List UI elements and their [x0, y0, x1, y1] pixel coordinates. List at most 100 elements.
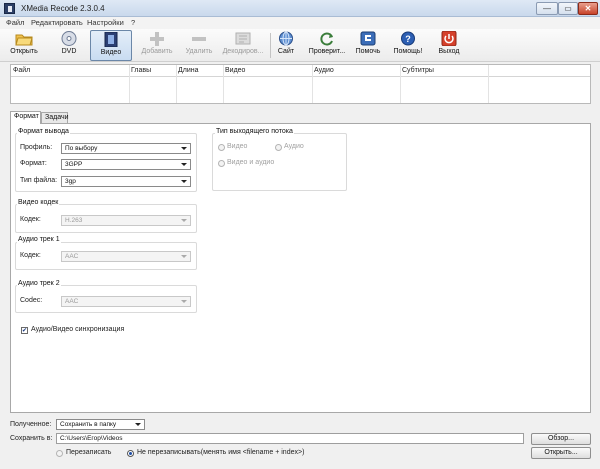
chevron-down-icon [181, 180, 187, 183]
file-list-table[interactable]: Файл Главы Длина Видео Аудио Субтитры [10, 64, 591, 104]
format-select[interactable]: 3GPP [61, 159, 191, 170]
dvd-label: DVD [61, 48, 77, 55]
globe-icon [277, 31, 295, 46]
video-audio-stream-label: Видео и аудио [227, 159, 275, 166]
video-button[interactable]: Видео [90, 30, 132, 61]
browse-button[interactable]: Обзор... [531, 433, 591, 445]
video-codec-title: Видео кодек [17, 199, 60, 206]
video-codec-select[interactable]: H.263 [61, 215, 191, 226]
filetype-label: Тип файла: [20, 177, 58, 184]
dvd-button[interactable]: DVD [54, 30, 84, 61]
column-header-length[interactable]: Длина [178, 67, 199, 74]
open-button[interactable]: Открыть [6, 30, 42, 61]
exit-label: Выход [438, 48, 460, 55]
overwrite-radio[interactable] [56, 450, 63, 457]
column-header-subtitles[interactable]: Субтитры [402, 67, 434, 74]
column-header-audio[interactable]: Аудио [314, 67, 334, 74]
check-updates-label: Проверит... [308, 48, 346, 55]
column-divider [129, 65, 130, 103]
file-table-header: Файл Главы Длина Видео Аудио Субтитры [11, 65, 590, 77]
output-format-title: Формат вывода [17, 128, 70, 135]
toolbar-separator [270, 33, 271, 58]
column-divider [176, 65, 177, 103]
stream-type-title: Тип выходящего потока [215, 128, 294, 135]
av-sync-checkbox[interactable]: ✔ [21, 327, 28, 334]
open-folder-icon [15, 31, 33, 46]
menu-bar: Файл Редактировать Настройки ? [0, 17, 600, 29]
audio-stream-label: Аудио [284, 143, 304, 150]
video-label: Видео [100, 49, 122, 56]
menu-file[interactable]: Файл [6, 18, 24, 27]
tab-jobs[interactable]: Задачи [41, 112, 69, 123]
svg-text:?: ? [405, 34, 411, 44]
title-bar[interactable]: XMedia Recode 2.3.0.4 — ▭ ✕ [0, 0, 600, 17]
donate-icon [359, 31, 377, 46]
video-codec-label: Кодек: [20, 216, 41, 223]
received-value: Сохранить в папку [60, 421, 117, 428]
help-icon: ? [399, 31, 417, 46]
audio-stream-radio[interactable] [275, 144, 282, 151]
column-divider [223, 65, 224, 103]
video-stream-label: Видео [227, 143, 248, 150]
audio-track2-codec-value: AAC [65, 298, 79, 305]
add-label: Добавить [141, 48, 173, 55]
chevron-down-icon [181, 300, 187, 303]
column-divider [488, 65, 489, 103]
decode-button[interactable]: Декодиров... [219, 30, 267, 61]
filetype-value: 3gp [65, 178, 76, 185]
window-title: XMedia Recode 2.3.0.4 [21, 4, 105, 13]
av-sync-label: Аудио/Видео синхронизация [31, 326, 125, 333]
chevron-down-icon [181, 219, 187, 222]
profile-value: По выбору [65, 145, 98, 152]
chevron-down-icon [181, 147, 187, 150]
filetype-select[interactable]: 3gp [61, 176, 191, 187]
audio-track1-codec-value: AAC [65, 253, 79, 260]
site-button[interactable]: Сайт [273, 30, 299, 61]
format-panel: Формат вывода Профиль: По выбору Формат:… [10, 123, 591, 413]
donate-button[interactable]: Помочь [351, 30, 385, 61]
minimize-button[interactable]: — [536, 2, 558, 15]
overwrite-label: Перезаписать [66, 449, 112, 456]
remove-button[interactable]: Удалить [181, 30, 217, 61]
profile-label: Профиль: [20, 144, 53, 151]
no-overwrite-label: Не перезаписывать(менять имя <filename +… [137, 449, 305, 456]
menu-settings[interactable]: Настройки [87, 18, 124, 27]
video-stream-radio[interactable] [218, 144, 225, 151]
video-film-icon [102, 31, 120, 48]
check-updates-button[interactable]: Проверит... [306, 30, 348, 61]
column-header-chapters[interactable]: Главы [131, 67, 151, 74]
exit-button[interactable]: Выход [434, 30, 464, 61]
video-codec-value: H.263 [65, 217, 83, 224]
open-folder-button[interactable]: Открыть... [531, 447, 591, 459]
profile-select[interactable]: По выбору [61, 143, 191, 154]
column-header-file[interactable]: Файл [13, 67, 30, 74]
received-select[interactable]: Сохранить в папку [56, 419, 145, 430]
audio-track2-codec-select[interactable]: AAC [61, 296, 191, 307]
audio-track1-codec-select[interactable]: AAC [61, 251, 191, 262]
menu-help[interactable]: ? [131, 18, 135, 27]
save-path-input[interactable]: C:\Users\Егор\Videos [56, 433, 524, 444]
dvd-disc-icon [60, 31, 78, 46]
plus-icon [148, 31, 166, 46]
column-divider [312, 65, 313, 103]
menu-edit[interactable]: Редактировать [31, 18, 83, 27]
column-divider [400, 65, 401, 103]
open-label: Открыть [10, 48, 38, 55]
received-label: Полученное: [10, 421, 52, 428]
format-label: Формат: [20, 160, 47, 167]
add-button[interactable]: Добавить [138, 30, 176, 61]
maximize-button[interactable]: ▭ [558, 2, 578, 15]
remove-label: Удалить [185, 48, 213, 55]
chevron-down-icon [135, 423, 141, 426]
minus-icon [190, 31, 208, 46]
column-header-video[interactable]: Видео [225, 67, 245, 74]
close-button[interactable]: ✕ [578, 2, 598, 15]
help-label: Помощь! [393, 48, 423, 55]
decode-label: Декодиров... [222, 48, 264, 55]
save-to-label: Сохранить в: [10, 435, 53, 442]
audio-track2-title: Аудио трек 2 [17, 280, 61, 287]
tab-format[interactable]: Формат [10, 111, 41, 124]
no-overwrite-radio[interactable] [127, 450, 134, 457]
help-button[interactable]: ? Помощь! [389, 30, 427, 61]
video-audio-stream-radio[interactable] [218, 160, 225, 167]
